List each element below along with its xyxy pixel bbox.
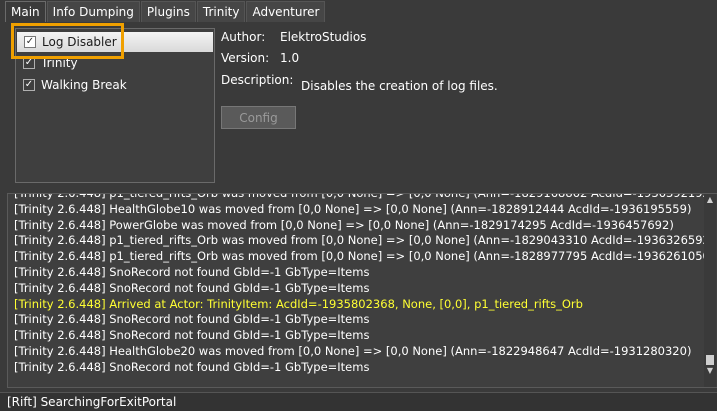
log-line: [Trinity 2.6.448] SnoRecord not found Gb… [14,280,370,295]
checkmark-icon: ✓ [24,79,34,90]
tab-main[interactable]: Main [5,1,46,22]
log-lines: [Trinity 2.6.448] p1_tiered_rifts_Orb wa… [14,193,704,376]
author-label: Author: [221,30,266,44]
version-value: 1.0 [280,51,300,65]
plugin-item-trinity[interactable]: ✓ Trinity [16,53,214,73]
author-value: ElektroStudios [280,30,367,44]
checkmark-icon: ✓ [25,36,35,47]
log-line: [Trinity 2.6.448] HealthGlobe10 was move… [14,201,692,216]
log-line: [Trinity 2.6.448] SnoRecord not found Gb… [14,264,370,279]
log-line: [Trinity 2.6.448] p1_tiered_rifts_Orb wa… [14,233,704,248]
plugin-checkbox[interactable]: ✓ [24,36,36,48]
plugin-item-walking-break[interactable]: ✓ Walking Break [16,75,214,95]
tab-plugins[interactable]: Plugins [140,1,196,22]
plugin-label: Trinity [41,56,78,70]
plugin-label: Log Disabler [42,35,117,49]
scroll-down-icon[interactable]: ▼ [704,365,716,377]
config-button[interactable]: Config [221,106,296,129]
version-label: Version: [221,51,270,65]
plugin-label: Walking Break [41,78,127,92]
log-line: [Trinity 2.6.448] p1_tiered_rifts_Orb wa… [14,193,704,200]
log-line: [Trinity 2.6.448] SnoRecord not found Gb… [14,328,370,343]
tab-adventurer[interactable]: Adventurer [246,1,326,22]
log-line: [Trinity 2.6.448] SnoRecord not found Gb… [14,312,370,327]
log-scrollbar[interactable]: ▲ ▼ [704,194,716,387]
log-panel[interactable]: [Trinity 2.6.448] p1_tiered_rifts_Orb wa… [7,193,717,388]
tab-bar: Main Info Dumping Plugins Trinity Advent… [0,0,717,22]
log-line: [Trinity 2.6.448] HealthGlobe20 was move… [14,343,692,358]
tab-info-dumping[interactable]: Info Dumping [46,1,140,22]
log-line: [Trinity 2.6.448] Arrived at Actor: Trin… [14,296,583,311]
plugin-checkbox[interactable]: ✓ [23,57,35,69]
log-line: [Trinity 2.6.448] SnoRecord not found Gb… [14,359,370,374]
log-line: [Trinity 2.6.448] p1_tiered_rifts_Orb wa… [14,249,704,264]
plugin-item-log-disabler[interactable]: ✓ Log Disabler [17,32,213,52]
checkmark-icon: ✓ [24,57,34,68]
description-value: Disables the creation of log files. [301,79,498,93]
scroll-thumb[interactable] [706,355,714,365]
tab-trinity[interactable]: Trinity [196,1,246,22]
status-bar: [Rift] SearchingForExitPortal [0,392,717,411]
scroll-up-icon[interactable]: ▲ [704,194,716,206]
log-line: [Trinity 2.6.448] PowerGlobe was moved f… [14,217,674,232]
description-label: Description: [221,73,294,87]
plugin-checkbox[interactable]: ✓ [23,79,35,91]
plugin-list[interactable]: ✓ Log Disabler ✓ Trinity ✓ Walking Break [15,28,215,183]
status-text: [Rift] SearchingForExitPortal [7,395,177,409]
